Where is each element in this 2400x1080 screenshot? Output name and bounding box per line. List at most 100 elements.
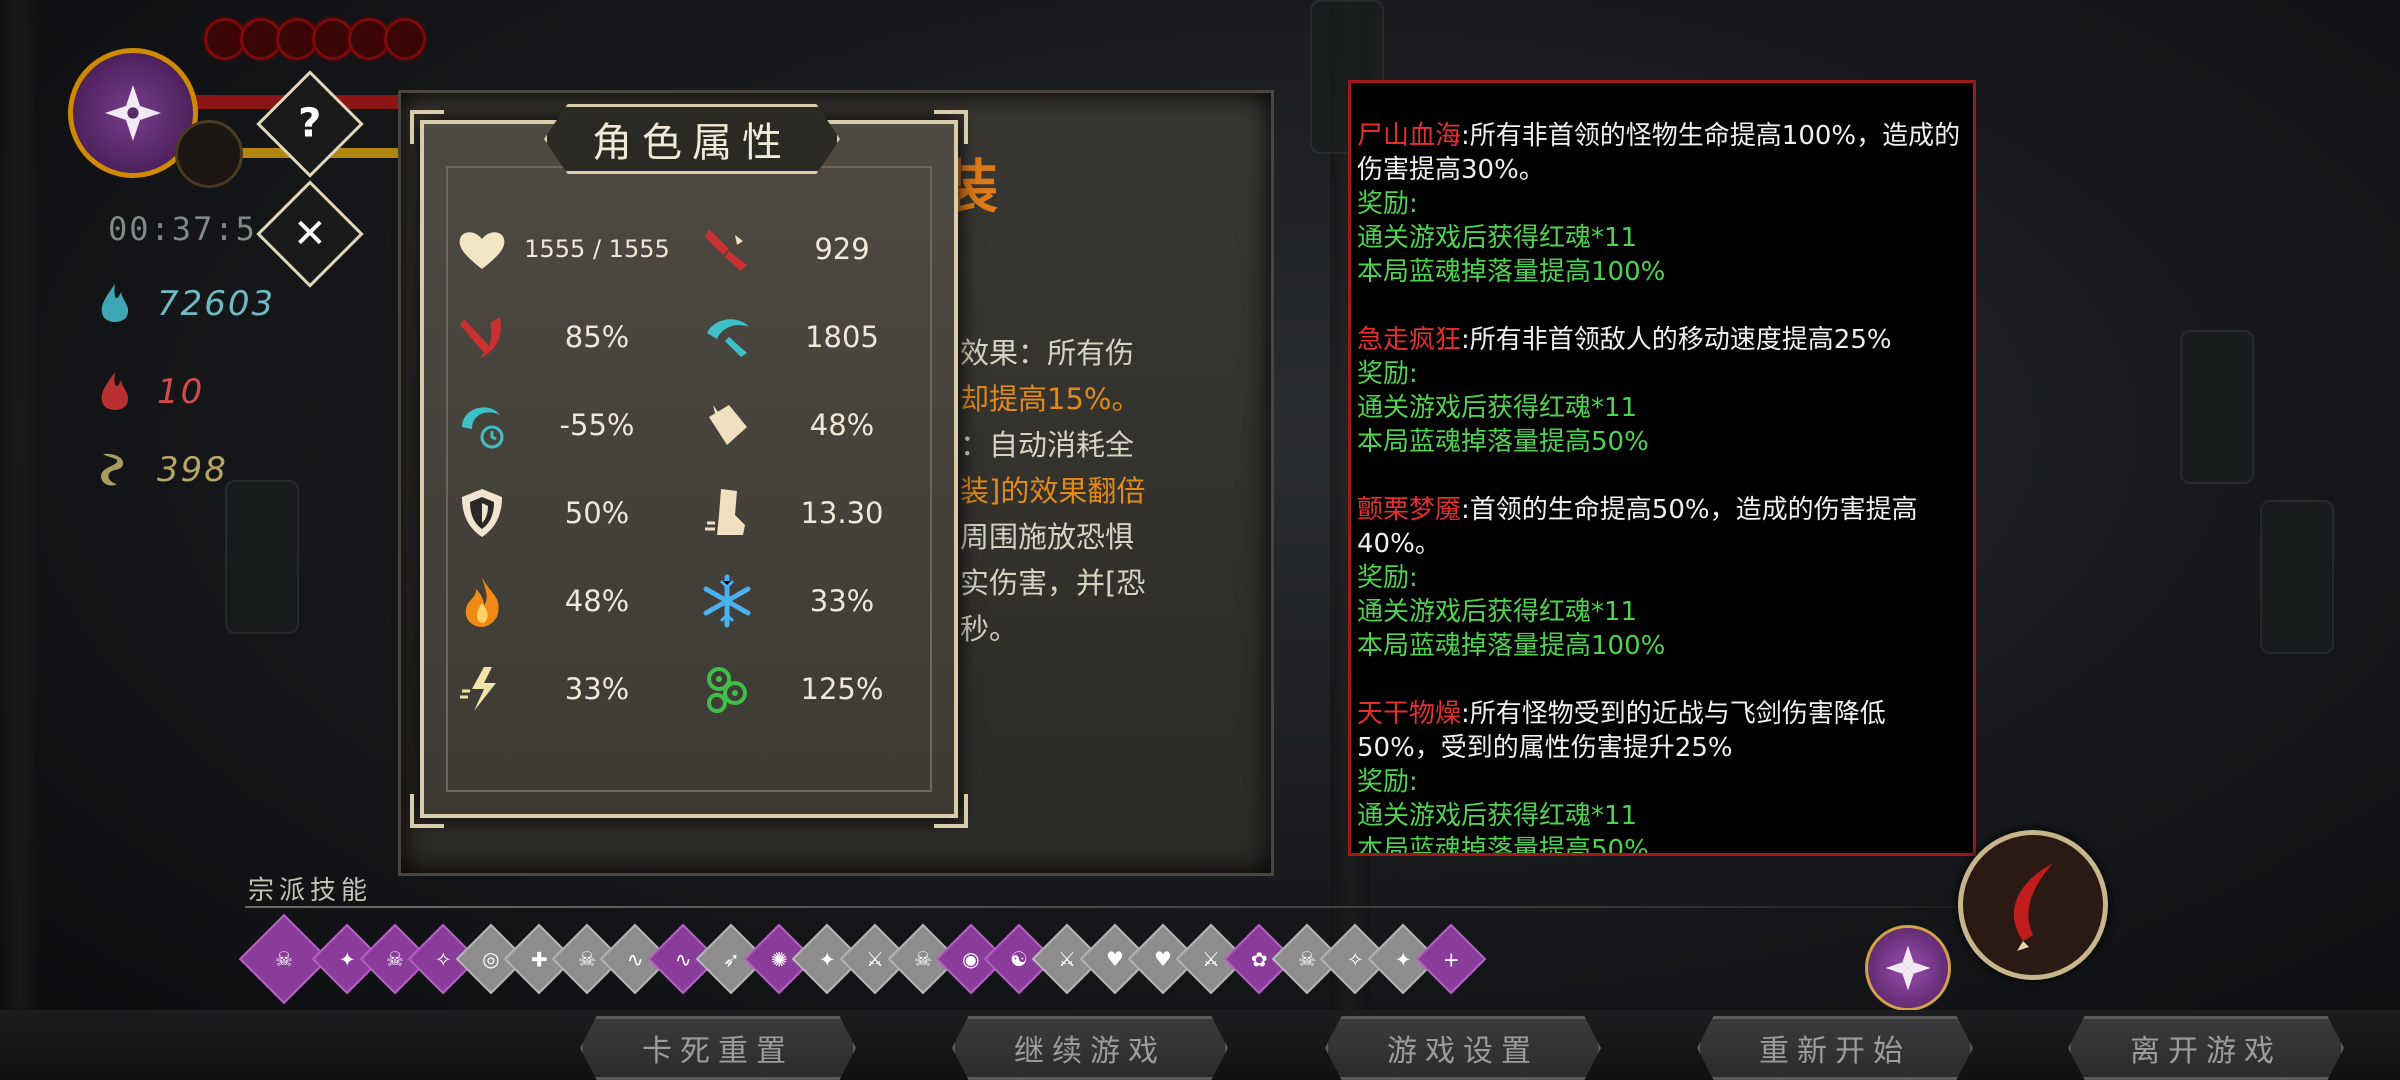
resource-blue-souls: 72603 [95,282,275,326]
skill-glyph: ✺ [770,946,788,971]
stat-move-speed: 13.30 [699,478,929,548]
skill-glyph: ➶ [722,946,740,971]
equipped-weapon-button[interactable] [1958,830,2108,980]
shuriken-emblem-icon [1885,945,1931,991]
mutator-list: 尸山血海:所有非首领的怪物生命提高100%，造成的伤害提高30%。 奖励: 通关… [1351,119,1969,853]
skill-glyph: ✧ [434,946,452,971]
attributes-title: 角色属性 [592,120,792,166]
panel-corner [410,794,444,828]
equipment-description-line: ：自动消耗全 [960,428,1135,462]
skill-glyph: ∿ [626,946,644,971]
skill-glyph: ✦ [818,946,836,971]
leave-game-button[interactable]: 离开游戏 [2068,1016,2344,1080]
stat-value: 1805 [805,320,879,354]
menu-button-label: 离开游戏 [2130,1034,2282,1069]
panel-corner [1959,83,1973,97]
mutator-name: 颤栗梦魇 [1357,495,1462,525]
equipment-description-line: 周围施放恐惧 [960,520,1135,554]
skill-glyph: ☠ [386,947,404,971]
skill-glyph: ∿ [674,946,692,971]
skill-glyph: ♥ [1154,947,1172,971]
skill-glyph: ☠ [1298,947,1316,971]
skills-divider [245,906,2105,908]
background-lantern [2260,500,2334,654]
stat-value: 33% [564,672,630,706]
stat-value: 1555 / 1555 [524,235,670,263]
reward-line: 本局蓝魂掉落量提高100% [1357,257,1666,287]
equipment-description-line: 实伤害，并[恐 [960,566,1146,600]
sect-skills-bar: ☠ ✦ ☠ ✧ ◎ ✚ ☠ ∿ ∿ ➶ ✺ ✦ ⚔ ☠ ◉ ☯ ⚔ ♥ ♥ ⚔ ✿ ☠ ✧ ✦ + [238,913,1487,1005]
game-settings-button[interactable]: 游戏设置 [1325,1016,1601,1080]
skill-glyph: ☠ [578,947,596,971]
skill-glyph: ✦ [1394,946,1412,971]
skill-glyph: ◉ [962,946,980,971]
mutator-name: 尸山血海 [1357,121,1462,151]
reward-label: 奖励: [1357,563,1418,593]
gold-spirit-count: 398 [157,450,228,490]
skill-glyph: ✚ [530,946,548,971]
close-icon: ✕ [293,210,327,257]
attributes-title-plate: 角色属性 [544,104,840,174]
stat-health: 1555 / 1555 [454,214,684,284]
close-button[interactable]: ✕ [256,180,364,288]
mutator-info-panel[interactable]: 尸山血海:所有非首领的怪物生命提高100%，造成的伤害提高30%。 奖励: 通关… [1348,80,1976,856]
stat-cooldown: -55% [454,390,684,460]
resource-gold-spirit: 398 [95,448,228,492]
snowflake-icon [703,574,751,628]
menu-button-label: 卡死重置 [642,1034,794,1069]
stat-lightning: 33% [454,654,684,724]
skill-glyph: ☠ [914,947,932,971]
crit-slash-icon [460,317,501,359]
skill-glyph: ◎ [482,946,500,971]
equipment-description-line: 效果：所有伤 [960,336,1135,370]
skill-glyph: ☠ [275,947,293,971]
stat-value: 48% [809,408,875,442]
blue-soul-count: 72603 [157,284,276,324]
stat-crit-damage: 1805 [699,302,929,372]
continue-game-button[interactable]: 继续游戏 [952,1016,1228,1080]
skill-glyph: ⚔ [1058,947,1076,971]
equipment-description-line: 却提高15%。 [960,382,1141,416]
broken-sword-icon [705,229,747,271]
skill-glyph: ✦ [338,946,356,971]
stat-skill-damage: 48% [699,390,929,460]
stat-value: 48% [564,584,630,618]
background-lantern [2180,330,2254,484]
help-icon: ? [298,100,322,147]
panel-corner [934,110,968,144]
reward-label: 奖励: [1357,359,1418,389]
cooldown-icon [462,407,504,449]
stat-value: 13.30 [800,496,884,530]
fire-icon [465,577,499,627]
stat-ice: 33% [699,566,929,636]
red-soul-icon [101,372,129,410]
gold-spirit-icon [101,453,124,486]
background-lantern [225,480,299,634]
stat-value: 33% [809,584,875,618]
shield-icon [462,489,502,537]
skill-orb-button[interactable] [1865,925,1951,1011]
reward-line: 通关游戏后获得红魂*11 [1357,597,1638,627]
mutator-name: 急走疯狂 [1357,325,1462,355]
stat-value: -55% [559,408,635,442]
skill-glyph: ✿ [1250,946,1268,971]
character-attributes-panel: 角色属性 1555 / 1555 929 85% 1805 -55% 48% 5… [410,104,968,828]
health-hearts [204,18,426,60]
skill-glyph: ♥ [1106,947,1124,971]
mutator-item: 尸山血海:所有非首领的怪物生命提高100%，造成的伤害提高30%。 奖励: 通关… [1357,119,1969,289]
skill-glyph: ✧ [1346,946,1364,971]
skill-glyph: ⚔ [866,947,884,971]
crit-damage-icon [707,319,749,357]
stat-crit-rate: 85% [454,302,684,372]
equipment-description: 效果：所有伤 却提高15%。 ：自动消耗全 装]的效果翻倍 周围施放恐惧 实伤害… [960,330,1260,652]
resource-red-souls: 10 [95,370,204,414]
stat-value: 929 [814,232,870,266]
help-button[interactable]: ? [256,70,364,178]
reward-line: 本局蓝魂掉落量提高50% [1357,427,1649,457]
stuck-reset-button[interactable]: 卡死重置 [580,1016,856,1080]
restart-game-button[interactable]: 重新开始 [1697,1016,1973,1080]
skill-24-icon[interactable]: + [1415,923,1487,995]
menu-button-label: 游戏设置 [1387,1034,1539,1069]
weapon-slot-icon [175,120,243,188]
mutator-item: 急走疯狂:所有非首领敌人的移动速度提高25% 奖励: 通关游戏后获得红魂*11 … [1357,323,1969,459]
